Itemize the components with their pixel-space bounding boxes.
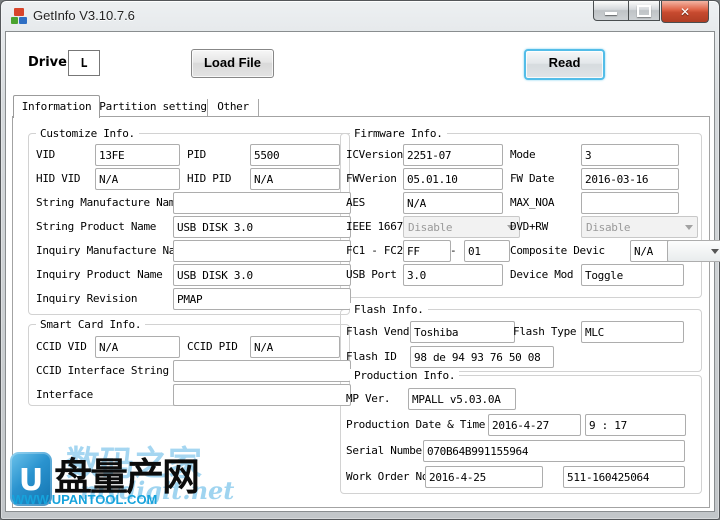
dvdrw-select: Disable [581,216,698,238]
customize-info-title: Customize Info. [36,127,139,140]
interface-label: Interface [36,388,93,401]
inquiry-revision-input[interactable] [173,288,351,310]
chevron-down-icon [711,249,719,254]
production-time-input[interactable] [585,414,686,436]
icversion-input[interactable] [403,144,503,166]
production-info-title: Production Info. [350,369,459,382]
drive-input[interactable] [68,50,100,76]
ccid-interface-input[interactable] [173,360,351,382]
icversion-label: ICVersion [346,148,403,161]
ccid-vid-label: CCID VID [36,340,87,353]
aes-input[interactable] [403,192,503,214]
fw-date-input[interactable] [581,168,679,190]
work-order-label: Work Order No. [346,470,435,483]
string-product-label: String Product Name [36,220,156,233]
drive-label: Drive [28,55,67,70]
serial-number-input[interactable] [423,440,685,462]
fc2-input[interactable] [464,240,510,262]
string-product-input[interactable] [173,216,351,238]
mode-input[interactable] [581,144,679,166]
smart-card-info-title: Smart Card Info. [36,318,145,331]
ccid-vid-input[interactable] [95,336,180,358]
interface-input[interactable] [173,384,351,406]
tab-partition-setting[interactable]: Partition setting [99,99,208,116]
flash-id-label: Flash ID [346,350,397,363]
dvdrw-label: DVD+RW [510,220,548,233]
inquiry-manufacture-input[interactable] [173,240,351,262]
hid-vid-label: HID VID [36,172,80,185]
inquiry-product-label: Inquiry Product Name [36,268,162,281]
ieee1667-value: Disable [408,221,452,234]
fwverion-input[interactable] [403,168,503,190]
ccid-interface-label: CCID Interface String [36,364,169,377]
inquiry-revision-label: Inquiry Revision [36,292,137,305]
max-noa-label: MAX_NOA [510,196,554,209]
string-manufacture-label: String Manufacture Nam [36,196,175,209]
device-mode-label: Device Mod [510,268,573,281]
max-noa-input[interactable] [581,192,679,214]
fc1-fc2-label: FC1 - FC2 [346,244,403,257]
fw-date-label: FW Date [510,172,554,185]
inquiry-manufacture-label: Inquiry Manufacture Nam [36,244,181,257]
tab-information[interactable]: Information [13,95,100,118]
fc-dash: - [450,244,456,257]
fwverion-label: FWVerion [346,172,397,185]
work-order-number-input[interactable] [563,466,685,488]
aes-label: AES [346,196,365,209]
flash-id-input[interactable] [410,346,554,368]
usb-port-input[interactable] [403,264,503,286]
dvdrw-value: Disable [586,221,630,234]
flash-vendor-input[interactable] [410,321,515,343]
composite-device-select[interactable] [667,240,720,262]
vid-label: VID [36,148,55,161]
flash-vendor-label: Flash Vend [346,325,409,338]
flash-type-label: Flash Type [513,325,576,338]
vid-input[interactable] [95,144,180,166]
work-order-date-input[interactable] [425,466,543,488]
production-date-input[interactable] [488,414,581,436]
firmware-info-title: Firmware Info. [350,127,447,140]
composite-device-input[interactable] [630,240,672,262]
read-button[interactable]: Read [524,49,605,80]
composite-device-label: Composite Devic [510,244,605,257]
production-date-label: Production Date & Time [346,418,485,431]
tab-other[interactable]: Other [208,99,259,116]
mp-ver-label: MP Ver. [346,392,390,405]
chevron-down-icon [685,225,693,230]
ieee1667-label: IEEE 1667 [346,220,403,233]
device-mode-input[interactable] [581,264,684,286]
pid-label: PID [187,148,206,161]
mp-ver-input[interactable] [408,388,516,410]
hid-pid-input[interactable] [250,168,340,190]
fc1-input[interactable] [403,240,451,262]
ieee1667-select: Disable [403,216,520,238]
flash-info-title: Flash Info. [350,303,428,316]
load-file-button[interactable]: Load File [191,49,274,78]
string-manufacture-input[interactable] [173,192,351,214]
usb-port-label: USB Port [346,268,397,281]
serial-number-label: Serial Number [346,444,428,457]
screen: GetInfo V3.10.7.6 ✕ Drive Load File Read… [0,0,720,520]
hid-pid-label: HID PID [187,172,231,185]
flash-type-input[interactable] [581,321,684,343]
pid-input[interactable] [250,144,340,166]
hid-vid-input[interactable] [95,168,180,190]
ccid-pid-input[interactable] [250,336,340,358]
ccid-pid-label: CCID PID [187,340,238,353]
mode-label: Mode [510,148,535,161]
inquiry-product-input[interactable] [173,264,351,286]
